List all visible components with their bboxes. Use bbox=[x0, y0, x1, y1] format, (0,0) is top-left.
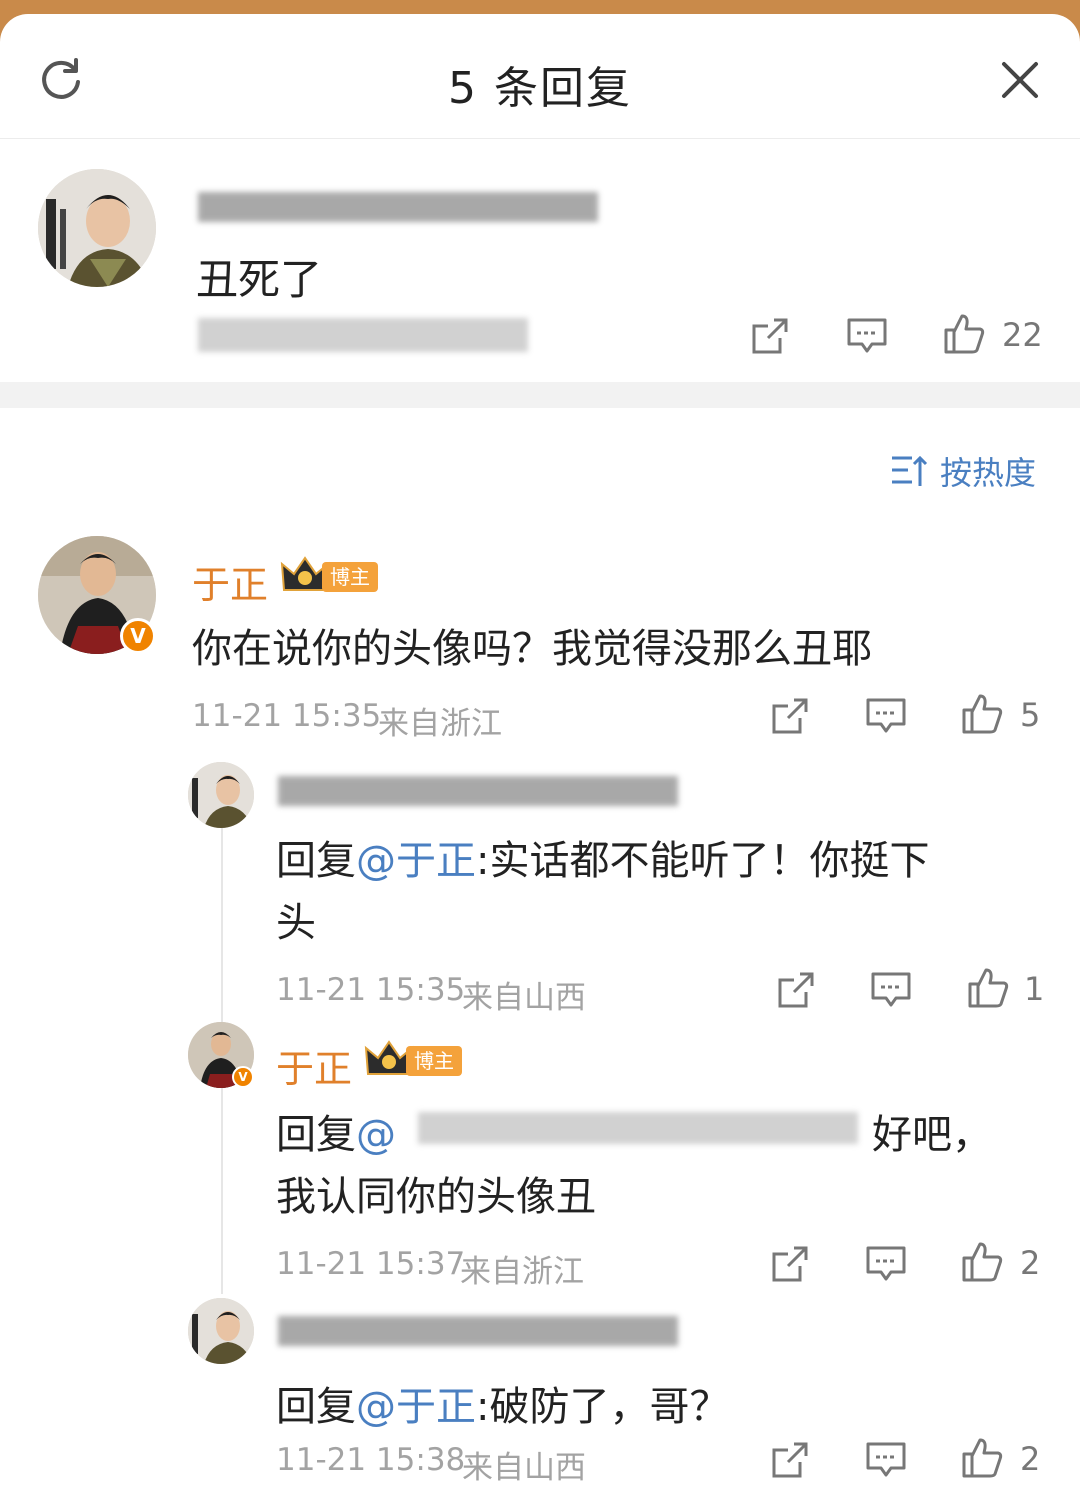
mention-link[interactable]: @于正 bbox=[356, 1384, 476, 1430]
reply-prefix: 回复 bbox=[276, 838, 356, 884]
verified-badge: V bbox=[232, 1066, 254, 1088]
timestamp: 11-21 15:35 bbox=[192, 698, 382, 734]
sheet-header: 5 条回复 bbox=[0, 14, 1080, 139]
comment-text-line2: 我认同你的头像丑 bbox=[276, 1174, 596, 1220]
mention-redacted bbox=[418, 1112, 858, 1144]
author-badge: 博主 bbox=[322, 562, 378, 592]
reply-prefix: 回复 bbox=[276, 1384, 356, 1430]
username-redacted bbox=[198, 192, 598, 222]
share-icon[interactable] bbox=[770, 696, 810, 736]
like-icon[interactable] bbox=[966, 966, 1010, 1010]
username-redacted bbox=[278, 776, 678, 806]
comment-text: 丑死了 bbox=[196, 255, 323, 304]
comment-text-line2: 头 bbox=[276, 900, 316, 946]
page-title: 5 条回复 bbox=[448, 63, 632, 114]
like-icon[interactable] bbox=[960, 692, 1004, 736]
verified-badge: V bbox=[120, 618, 156, 654]
like-icon[interactable] bbox=[960, 1436, 1004, 1480]
username[interactable]: 于正 bbox=[192, 554, 268, 609]
mention-link[interactable]: @于正 bbox=[356, 838, 476, 884]
username[interactable]: 于正 bbox=[276, 1038, 352, 1093]
sort-label: 按热度 bbox=[940, 454, 1037, 492]
location: 来自浙江 bbox=[378, 706, 502, 742]
comment-icon[interactable] bbox=[870, 970, 912, 1010]
comment-icon[interactable] bbox=[865, 1440, 907, 1480]
reply-body: :破防了，哥？ bbox=[476, 1384, 730, 1430]
sort-button[interactable]: 按热度 bbox=[890, 448, 1050, 492]
avatar[interactable] bbox=[188, 1298, 254, 1364]
share-icon[interactable] bbox=[770, 1440, 810, 1480]
timestamp: 11-21 15:38 bbox=[276, 1442, 466, 1478]
reply-body: 好吧， bbox=[872, 1112, 992, 1158]
reply-body: :实话都不能听了！你挺下 bbox=[476, 838, 930, 884]
like-count: 22 bbox=[1002, 316, 1043, 354]
location: 来自山西 bbox=[462, 1450, 586, 1486]
location: 来自浙江 bbox=[460, 1254, 584, 1290]
share-icon[interactable] bbox=[750, 316, 790, 356]
comment-icon[interactable] bbox=[865, 696, 907, 736]
like-icon[interactable] bbox=[942, 312, 986, 356]
comment-icon[interactable] bbox=[846, 316, 888, 356]
like-count: 5 bbox=[1020, 696, 1041, 734]
avatar[interactable] bbox=[38, 169, 156, 287]
author-badge: 博主 bbox=[406, 1046, 462, 1076]
like-icon[interactable] bbox=[960, 1240, 1004, 1284]
username-redacted bbox=[278, 1316, 678, 1346]
meta-redacted bbox=[198, 318, 528, 352]
close-icon[interactable] bbox=[998, 58, 1042, 102]
comment-icon[interactable] bbox=[865, 1244, 907, 1284]
sort-icon bbox=[892, 455, 928, 486]
comment-text: 回复@于正:破防了，哥？ bbox=[276, 1374, 729, 1432]
avatar[interactable] bbox=[188, 762, 254, 828]
comment-text: 回复@于正:实话都不能听了！你挺下 bbox=[276, 828, 929, 886]
share-icon[interactable] bbox=[770, 1244, 810, 1284]
comment-text: 回复@ bbox=[276, 1102, 396, 1160]
section-divider bbox=[0, 382, 1080, 408]
share-icon[interactable] bbox=[776, 970, 816, 1010]
timestamp: 11-21 15:35 bbox=[276, 972, 466, 1008]
like-count: 2 bbox=[1020, 1440, 1041, 1478]
timestamp: 11-21 15:37 bbox=[276, 1246, 466, 1282]
location: 来自山西 bbox=[462, 980, 586, 1016]
like-count: 1 bbox=[1024, 970, 1045, 1008]
replies-sheet: 5 条回复 丑死了 22 按热度 V 于正 博主 你在说你的头像吗？我觉得没那么… bbox=[0, 14, 1080, 1500]
mention-link[interactable]: @ bbox=[356, 1112, 396, 1158]
reply-prefix: 回复 bbox=[276, 1112, 356, 1158]
like-count: 2 bbox=[1020, 1244, 1041, 1282]
comment-text: 你在说你的头像吗？我觉得没那么丑耶 bbox=[192, 626, 872, 672]
